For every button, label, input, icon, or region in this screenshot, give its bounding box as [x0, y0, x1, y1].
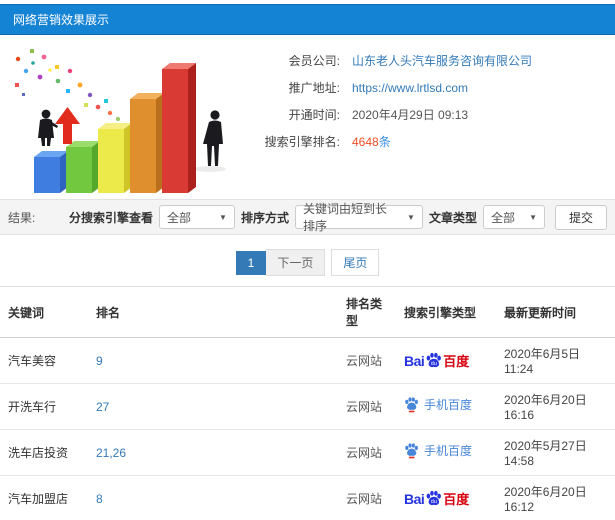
bar-chart-growth-image: [15, 49, 226, 193]
rank-link[interactable]: 21,26: [88, 429, 338, 476]
baidu-logo: Bai du 百度: [404, 352, 469, 368]
rank-type-cell: 云网站: [338, 383, 396, 430]
rank-count-label: 搜索引擎排名:: [264, 135, 340, 149]
submit-button[interactable]: 提交: [554, 204, 607, 230]
result-label: 结果:: [8, 210, 36, 225]
keyword-cell: 开洗车行: [0, 383, 88, 430]
keyword-cell: 洗车店投资: [0, 429, 88, 476]
open-time-value: 2020年4月29日 09:13: [352, 108, 469, 122]
svg-text:du: du: [431, 361, 437, 367]
chevron-down-icon: ▼: [529, 212, 537, 222]
search-engine-cell: Bai du 百度: [396, 337, 496, 384]
mobile-baidu-text: 手机百度: [424, 444, 473, 458]
results-table: 关键词 排名 排名类型 搜索引擎类型 最新更新时间 汽车美容 9 云网站 Bai…: [0, 286, 615, 520]
field-url: 推广地址: https://www.lrtlsd.com: [235, 74, 615, 101]
sort-select[interactable]: 关键词由短到长排序 ▼: [294, 202, 423, 233]
header-search-engine: 搜索引擎类型: [396, 286, 496, 338]
updated-time-cell: 2020年6月20日 16:12: [496, 475, 615, 520]
field-company: 会员公司: 山东老人头汽车服务咨询有限公司: [235, 47, 615, 74]
header-updated: 最新更新时间: [496, 286, 615, 338]
updated-time-cell: 2020年6月20日 16:16: [496, 383, 615, 430]
engine-filter-select[interactable]: 全部 ▼: [158, 205, 235, 229]
mobile-baidu-paw-icon: [405, 397, 418, 413]
search-engine-cell: Bai du 百度: [396, 475, 496, 520]
rank-link[interactable]: 9: [88, 337, 338, 384]
baidu-logo: Bai du 百度: [404, 490, 469, 506]
search-engine-cell: 手机百度: [396, 429, 496, 476]
baidu-bai-text: Bai: [404, 353, 425, 369]
keyword-cell: 汽车加盟店: [0, 475, 88, 520]
updated-time-cell: 2020年5月27日 14:58: [496, 429, 615, 476]
mobile-baidu-logo: 手机百度: [404, 443, 472, 459]
rank-count-unit: 条: [378, 135, 391, 149]
businessman-left: [38, 109, 58, 146]
businessman-right: [203, 110, 223, 166]
chevron-down-icon: ▼: [407, 212, 415, 222]
chevron-down-icon: ▼: [219, 212, 227, 222]
keyword-cell: 汽车美容: [0, 337, 88, 384]
search-engine-cell: 手机百度: [396, 383, 496, 430]
updated-time-cell: 2020年6月5日 11:24: [496, 337, 615, 384]
rank-type-cell: 云网站: [338, 429, 396, 476]
company-label: 会员公司:: [288, 54, 340, 68]
rank-type-cell: 云网站: [338, 337, 396, 384]
article-type-select[interactable]: 全部 ▼: [482, 205, 545, 229]
up-arrow-icon: [55, 107, 80, 144]
sort-label: 排序方式: [240, 210, 289, 225]
mobile-baidu-text: 手机百度: [424, 398, 473, 412]
baidu-bai-text: Bai: [404, 491, 425, 507]
engine-filter-value: 全部: [166, 210, 191, 225]
company-name-link[interactable]: 山东老人头汽车服务咨询有限公司: [352, 52, 532, 69]
baidu-paw-icon: du: [426, 490, 442, 506]
sort-value: 关键词由短到长排序: [302, 202, 387, 233]
baidu-cn-text: 百度: [443, 492, 470, 507]
info-section: 会员公司: 山东老人头汽车服务咨询有限公司 推广地址: https://www.…: [0, 35, 615, 199]
article-type-value: 全部: [490, 210, 515, 225]
rank-link[interactable]: 8: [88, 475, 338, 520]
rank-count-value: 4648条: [352, 133, 391, 150]
next-page-button[interactable]: 下一页: [266, 249, 326, 276]
promotion-url-link[interactable]: https://www.lrtlsd.com: [352, 81, 468, 95]
rank-count-number: 4648: [352, 135, 379, 149]
table-row: 汽车美容 9 云网站 Bai du 百度 2020年6月5日 11:24: [0, 337, 615, 384]
mobile-baidu-logo: 手机百度: [404, 397, 472, 413]
baidu-cn-text: 百度: [443, 354, 470, 369]
table-row: 开洗车行 27 云网站 手机百度 2020年6月20日 16:16: [0, 383, 615, 430]
marketing-chart-illustration: [0, 37, 235, 195]
url-label: 推广地址:: [288, 81, 340, 95]
svg-text:du: du: [431, 499, 437, 505]
pagination: 1 下一页 尾页: [0, 249, 615, 276]
filter-controls: 分搜索引擎查看 全部 ▼ 排序方式 关键词由短到长排序 ▼ 文章类型 全部 ▼ …: [68, 202, 607, 233]
table-header-row: 关键词 排名 排名类型 搜索引擎类型 最新更新时间: [0, 286, 615, 338]
page-title: 网络营销效果展示: [0, 4, 615, 35]
table-row: 汽车加盟店 8 云网站 Bai du 百度 2020年6月20日 16:12: [0, 475, 615, 520]
header-keyword: 关键词: [0, 286, 88, 338]
page-1-button[interactable]: 1: [235, 250, 267, 275]
last-page-button[interactable]: 尾页: [331, 249, 380, 276]
mobile-baidu-paw-icon: [405, 443, 418, 459]
table-row: 洗车店投资 21,26 云网站 手机百度 2020年5月27日 14:58: [0, 429, 615, 476]
open-time-label: 开通时间:: [288, 108, 340, 122]
header-rank: 排名: [88, 286, 338, 338]
rank-link[interactable]: 27: [88, 383, 338, 430]
field-rank-count: 搜索引擎排名: 4648条: [235, 128, 615, 155]
rank-type-cell: 云网站: [338, 475, 396, 520]
engine-filter-label: 分搜索引擎查看: [68, 210, 153, 225]
field-open-time: 开通时间: 2020年4月29日 09:13: [235, 101, 615, 128]
header-rank-type: 排名类型: [338, 286, 396, 338]
company-info: 会员公司: 山东老人头汽车服务咨询有限公司 推广地址: https://www.…: [235, 37, 615, 195]
baidu-paw-icon: du: [426, 352, 442, 368]
article-type-label: 文章类型: [428, 210, 477, 225]
filter-bar: 结果: 分搜索引擎查看 全部 ▼ 排序方式 关键词由短到长排序 ▼ 文章类型 全…: [0, 199, 615, 235]
